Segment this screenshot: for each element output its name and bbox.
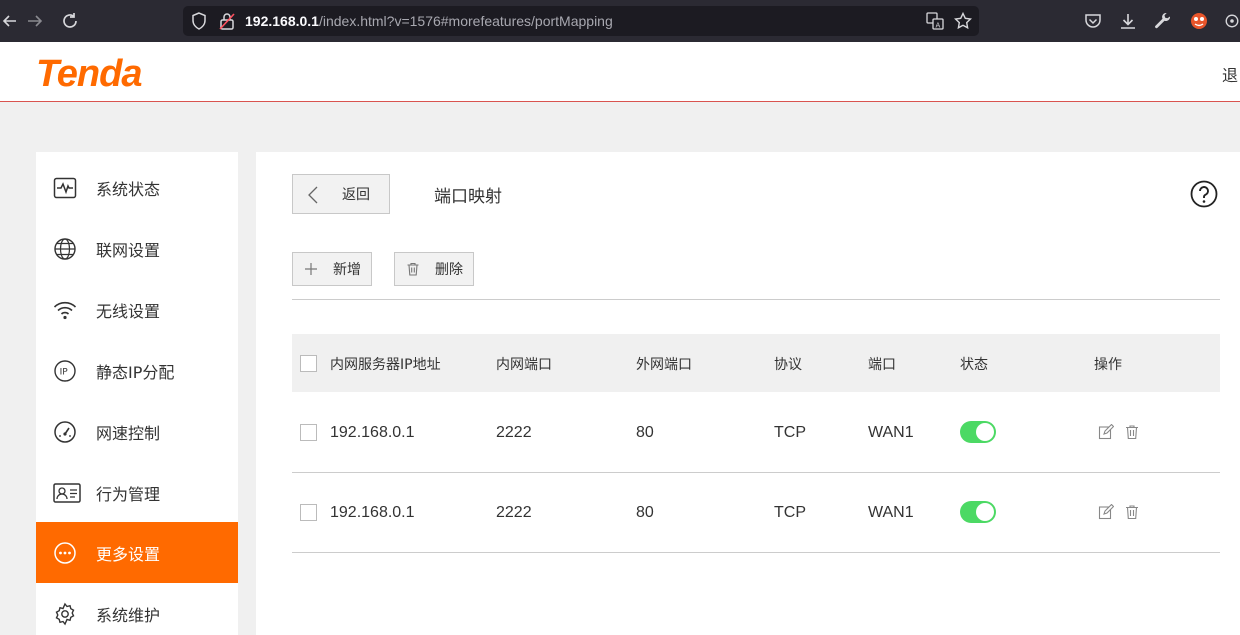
sidebar-item-system-maintenance[interactable]: 系统维护: [36, 583, 238, 635]
row-checkbox[interactable]: [300, 424, 317, 441]
page-title: 端口映射: [434, 187, 502, 207]
status-toggle[interactable]: [960, 501, 996, 523]
url-text: 192.168.0.1/index.html?v=1576#morefeatur…: [245, 6, 613, 36]
column-header-status: 状态: [960, 357, 988, 373]
cell-protocol: TCP: [774, 424, 806, 441]
sidebar-item-label: 系统状态: [96, 179, 161, 199]
browser-toolbar: 192.168.0.1/index.html?v=1576#morefeatur…: [0, 0, 1240, 42]
sidebar-item-label: 联网设置: [96, 240, 161, 260]
sidebar-item-label: 无线设置: [96, 301, 161, 321]
table-header: 内网服务器IP地址 内网端口 外网端口 协议 端口 状态 操作: [292, 334, 1220, 392]
svg-text:IP: IP: [60, 367, 69, 377]
add-button[interactable]: 新增: [292, 252, 372, 286]
shield-icon[interactable]: [189, 11, 209, 31]
column-header-server-ip: 内网服务器IP地址: [330, 357, 441, 373]
cell-port: WAN1: [868, 504, 914, 521]
cell-server-ip: 192.168.0.1: [330, 424, 415, 441]
download-icon[interactable]: [1118, 11, 1138, 31]
ip-icon: IP: [54, 359, 76, 382]
pulse-icon: [53, 177, 77, 198]
app-header: Tenda 退: [0, 42, 1240, 102]
svg-text:A: A: [936, 22, 941, 30]
sidebar-item-label: 行为管理: [96, 484, 161, 504]
insecure-lock-icon[interactable]: [217, 11, 237, 31]
status-toggle[interactable]: [960, 421, 996, 443]
cell-protocol: TCP: [774, 504, 806, 521]
reload-icon[interactable]: [58, 8, 82, 34]
sidebar-item-speed-control[interactable]: 网速控制: [36, 401, 238, 462]
back-button[interactable]: 返回: [292, 174, 390, 214]
column-header-actions: 操作: [1094, 357, 1122, 373]
edit-icon[interactable]: [1098, 424, 1114, 440]
sidebar-nav: 系统状态 联网设置 无线设置 IP 静态IP分配 网速控制 行为管理 更多设置 …: [36, 152, 238, 635]
chevron-left-icon: [308, 186, 318, 204]
cell-port: WAN1: [868, 424, 914, 441]
id-card-icon: [53, 482, 81, 503]
extension-icon[interactable]: [1189, 11, 1209, 31]
edit-icon[interactable]: [1098, 504, 1114, 520]
sidebar-item-system-status[interactable]: 系统状态: [36, 157, 238, 218]
sidebar-item-label: 网速控制: [96, 423, 161, 443]
url-path: /index.html?v=1576#morefeatures/portMapp…: [318, 13, 613, 29]
cell-inner-port: 2222: [496, 424, 532, 441]
column-header-inner-port: 内网端口: [496, 357, 552, 373]
translate-icon[interactable]: A: [925, 11, 945, 31]
toggle-knob: [976, 423, 994, 441]
pocket-icon[interactable]: [1083, 11, 1103, 31]
back-arrow-icon[interactable]: [0, 8, 18, 34]
add-button-label: 新增: [333, 262, 361, 278]
trash-icon: [407, 262, 419, 276]
trash-icon[interactable]: [1124, 504, 1140, 520]
tenda-logo[interactable]: Tenda: [36, 52, 142, 96]
plus-icon: [305, 263, 317, 275]
sidebar-item-label: 静态IP分配: [96, 362, 175, 382]
globe-icon: [54, 237, 76, 260]
toolbar-divider: [292, 299, 1220, 300]
toggle-knob: [976, 503, 994, 521]
table-row: 192.168.0.1 2222 80 TCP WAN1: [292, 473, 1220, 553]
more-icon: [54, 541, 76, 564]
trash-icon[interactable]: [1124, 424, 1140, 440]
sidebar-item-wireless-settings[interactable]: 无线设置: [36, 279, 238, 340]
sidebar-item-label: 系统维护: [96, 605, 161, 625]
help-icon[interactable]: [1190, 180, 1218, 208]
delete-button[interactable]: 删除: [394, 252, 474, 286]
speedometer-icon: [54, 420, 76, 443]
sidebar-item-label: 更多设置: [96, 544, 161, 564]
table-row: 192.168.0.1 2222 80 TCP WAN1: [292, 393, 1220, 473]
cell-server-ip: 192.168.0.1: [330, 504, 415, 521]
main-panel: 返回 端口映射 新增 删除 内网服务器IP地址 内网端口 外网端口 协议 端口 …: [256, 152, 1240, 635]
cell-outer-port: 80: [636, 424, 654, 441]
select-all-checkbox[interactable]: [300, 355, 317, 372]
column-header-outer-port: 外网端口: [636, 357, 692, 373]
sidebar-item-static-ip[interactable]: IP 静态IP分配: [36, 340, 238, 401]
sidebar-item-more-settings[interactable]: 更多设置: [36, 522, 238, 583]
row-checkbox[interactable]: [300, 504, 317, 521]
back-button-label: 返回: [342, 187, 370, 203]
forward-arrow-icon[interactable]: [24, 8, 46, 34]
logout-link[interactable]: 退: [1222, 62, 1238, 86]
gear-icon: [55, 602, 75, 625]
wifi-icon: [53, 301, 77, 319]
bookmark-star-icon[interactable]: [953, 11, 973, 31]
column-header-port: 端口: [868, 357, 896, 373]
sidebar-item-network-settings[interactable]: 联网设置: [36, 218, 238, 279]
puzzle-icon[interactable]: [1224, 11, 1240, 31]
column-header-protocol: 协议: [774, 357, 802, 373]
delete-button-label: 删除: [435, 262, 463, 278]
cell-outer-port: 80: [636, 504, 654, 521]
cell-inner-port: 2222: [496, 504, 532, 521]
sidebar-item-behavior-management[interactable]: 行为管理: [36, 462, 238, 523]
address-bar[interactable]: 192.168.0.1/index.html?v=1576#morefeatur…: [183, 6, 979, 36]
wrench-icon[interactable]: [1153, 11, 1173, 31]
url-host: 192.168.0.1: [245, 13, 319, 29]
